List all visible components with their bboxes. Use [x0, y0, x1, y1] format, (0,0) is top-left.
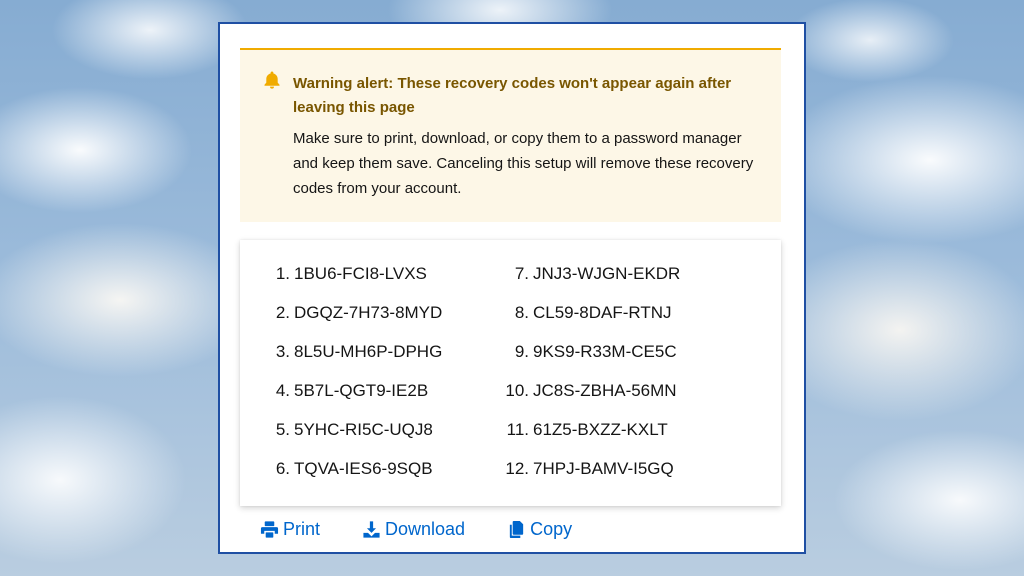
recovery-codes-panel: Warning alert: These recovery codes won'… [218, 22, 806, 554]
print-button[interactable]: Print [260, 519, 320, 540]
code-number: 5. [275, 420, 290, 439]
code-item: 10. JC8S-ZBHA-56MN [501, 374, 680, 413]
codes-column-left: 1. 1BU6-FCI8-LVXS 2. DGQZ-7H73-8MYD 3. 8L5U… [262, 257, 443, 491]
download-icon [363, 520, 380, 538]
code-item: 3. 8L5U-MH6P-DPHG [262, 335, 443, 374]
code-value: TQVA-IES6-9SQB [294, 459, 433, 478]
code-value: 9KS9-R33M-CE5C [533, 342, 677, 361]
code-item: 9. 9KS9-R33M-CE5C [501, 335, 680, 374]
recovery-codes-card: 1. 1BU6-FCI8-LVXS 2. DGQZ-7H73-8MYD 3. 8L5U… [240, 240, 781, 506]
code-value: 7HPJ-BAMV-I5GQ [533, 459, 674, 478]
print-icon [260, 520, 279, 538]
print-label: Print [283, 518, 321, 539]
code-number: 9. [514, 342, 529, 361]
code-item: 1. 1BU6-FCI8-LVXS [262, 257, 442, 296]
code-number: 8. [514, 303, 529, 322]
alert-title: Warning alert: These recovery codes won'… [293, 75, 732, 116]
code-value: 5B7L-QGT9-IE2B [294, 381, 429, 400]
code-item: 5. 5YHC-RI5C-UQJ8 [262, 413, 442, 452]
code-item: 7. JNJ3-WJGN-EKDR [501, 257, 681, 296]
code-item: 2. DGQZ-7H73-8MYD [262, 296, 443, 335]
code-number: 2. [275, 303, 290, 322]
copy-label: Copy [530, 518, 573, 539]
copy-icon [509, 520, 524, 538]
code-number: 11. [506, 420, 529, 439]
codes-column-right: 7. JNJ3-WJGN-EKDR 8. CL59-8DAF-RTNJ 9. 9KS9… [501, 257, 680, 491]
code-item: 11. 61Z5-BXZZ-KXLT [501, 413, 680, 452]
code-number: 6. [275, 459, 290, 478]
code-number: 1. [275, 264, 290, 283]
code-value: JC8S-ZBHA-56MN [533, 381, 677, 400]
code-actions: Print Download Copy [260, 514, 572, 544]
code-number: 3. [275, 342, 290, 361]
code-value: 8L5U-MH6P-DPHG [294, 342, 443, 361]
code-value: CL59-8DAF-RTNJ [533, 303, 672, 322]
warning-alert: Warning alert: These recovery codes won'… [240, 48, 781, 222]
code-item: 8. CL59-8DAF-RTNJ [501, 296, 680, 335]
bell-icon [264, 71, 280, 89]
code-item: 12. 7HPJ-BAMV-I5GQ [501, 452, 680, 491]
download-button[interactable]: Download [362, 519, 465, 540]
code-value: JNJ3-WJGN-EKDR [533, 264, 681, 283]
code-item: 6. TQVA-IES6-9SQB [262, 452, 442, 491]
download-label: Download [385, 518, 466, 539]
code-item: 4. 5B7L-QGT9-IE2B [262, 374, 442, 413]
code-number: 7. [514, 264, 529, 283]
code-value: 61Z5-BXZZ-KXLT [533, 420, 668, 439]
code-number: 4. [275, 381, 290, 400]
code-value: DGQZ-7H73-8MYD [294, 303, 443, 322]
code-number: 10. [505, 381, 529, 400]
code-number: 12. [505, 459, 529, 478]
code-value: 5YHC-RI5C-UQJ8 [294, 420, 433, 439]
code-value: 1BU6-FCI8-LVXS [294, 264, 427, 283]
alert-body: Make sure to print, download, or copy th… [293, 130, 754, 197]
copy-button[interactable]: Copy [507, 519, 572, 540]
